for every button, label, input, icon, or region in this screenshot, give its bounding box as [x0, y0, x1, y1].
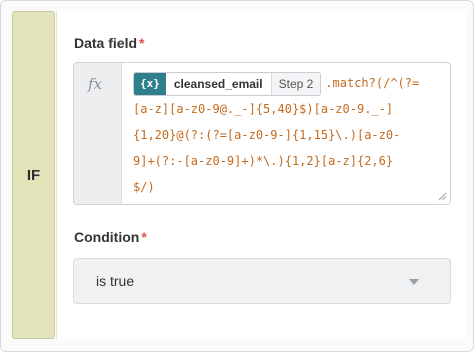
condition-label: Condition *	[74, 229, 147, 245]
condition-label-text: Condition	[74, 229, 140, 245]
if-label: IF	[26, 166, 41, 184]
code-line: .match?(/^(?=	[325, 76, 420, 90]
required-asterisk: *	[141, 229, 147, 245]
formula-code[interactable]: {x} cleansed_email Step 2 .match?(/^(?= [a-…	[133, 70, 447, 200]
dropdown-caret-icon[interactable]	[409, 279, 419, 285]
code-line: 9]+(?:-[a-z0-9]+)*\.){1,2}[a-z]{2,6}	[133, 154, 394, 168]
data-field-label: Data field *	[74, 35, 144, 51]
datapill-step: Step 2	[270, 72, 321, 95]
condition-select[interactable]: is true	[73, 258, 451, 304]
if-block-bar: IF	[12, 11, 55, 339]
formula-gutter: fx	[74, 63, 122, 204]
datapill[interactable]: {x} cleansed_email Step 2	[133, 71, 322, 96]
data-field-label-text: Data field	[74, 35, 138, 51]
resize-handle-icon[interactable]	[438, 192, 447, 201]
datapill-name: cleansed_email	[173, 76, 263, 91]
condition-panel: Data field * fx {x} cleansed_email Step 2.…	[56, 11, 466, 339]
code-line: {1,20}@(?:(?=[a-z0-9-]{1,15}\.)[a-z0-	[133, 128, 401, 142]
fx-icon: fx	[88, 75, 103, 93]
code-line: $/)	[133, 180, 155, 194]
if-condition-card: IF Data field * fx {x} cleansed_email Step…	[0, 0, 474, 352]
condition-select-value: is true	[96, 273, 135, 289]
formula-editor[interactable]: fx {x} cleansed_email Step 2 .match?(/^(?= …	[73, 62, 451, 205]
variable-icon: {x}	[134, 72, 166, 95]
code-line: [a-z][a-z0-9@._-]{5,40}$)[a-z0-9._-]	[133, 102, 394, 116]
required-asterisk: *	[139, 35, 145, 51]
